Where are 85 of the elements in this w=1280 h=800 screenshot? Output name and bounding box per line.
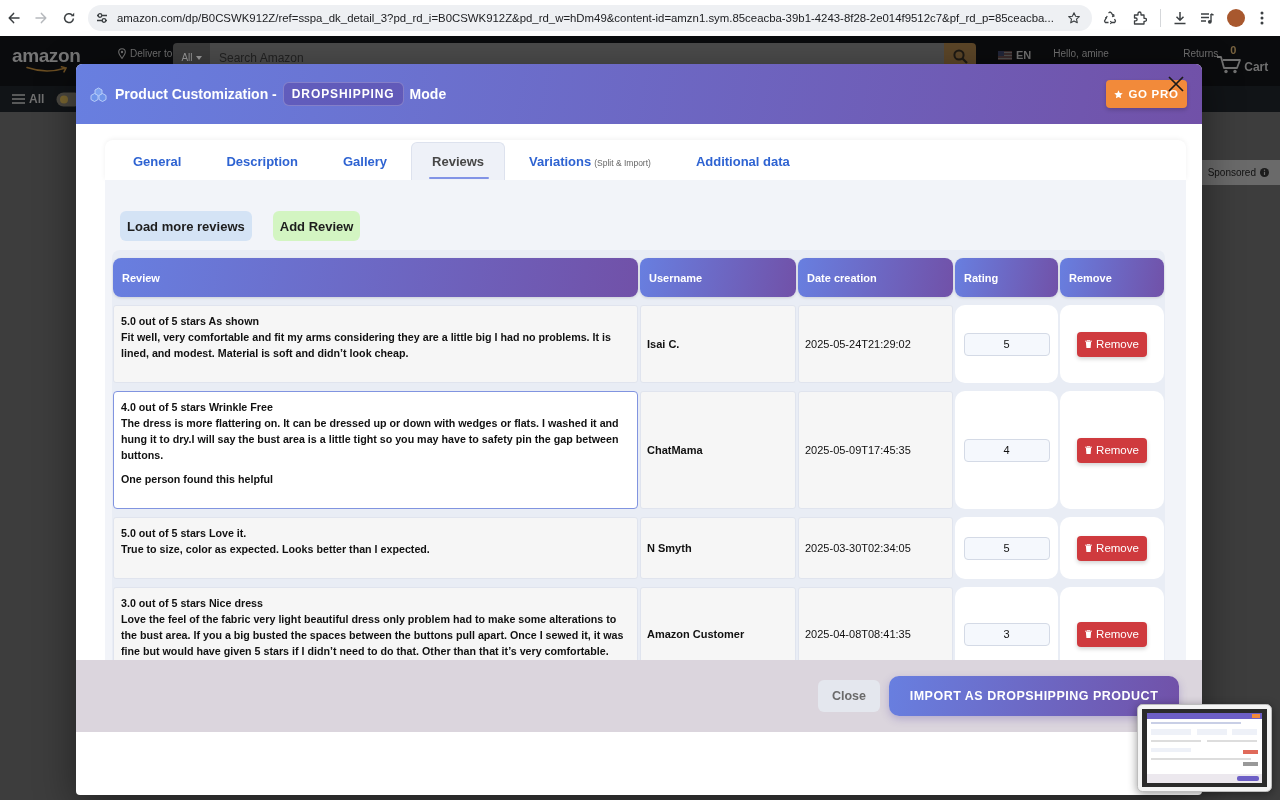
back-arrow-icon[interactable] bbox=[8, 12, 20, 24]
tab[interactable]: General bbox=[112, 142, 203, 180]
trash-icon bbox=[1085, 630, 1093, 638]
username-cell: Isai C. bbox=[640, 305, 796, 383]
tab[interactable]: Reviews bbox=[411, 142, 506, 180]
cubes-icon bbox=[90, 86, 107, 102]
url-text: amazon.com/dp/B0CSWK912Z/ref=sspa_dk_detail_3?pd_rd_i=B0CSWK912Z&pd_rd_w=hDm49&content-id=amzn1.sym.85ceacba-39b1-4243-8f28-2e014f9512c7&pf_rd_p=85ceacba... bbox=[117, 12, 1055, 24]
cart-label[interactable]: Cart bbox=[1244, 60, 1269, 74]
mode-badge: DROPSHIPPING bbox=[282, 82, 404, 106]
username-cell: N Smyth bbox=[640, 517, 796, 579]
trash-icon bbox=[1085, 446, 1093, 454]
address-bar[interactable]: amazon.com/dp/B0CSWK912Z/ref=sspa_dk_detail_3?pd_rd_i=B0CSWK912Z&pd_rd_w=hDm49&content-id=amzn1.sym.85ceacba-39b1-4243-8f28-2e014f9512c7&pf_rd_p=85ceacba... bbox=[88, 5, 1092, 31]
rating-field[interactable]: 5 bbox=[963, 332, 1050, 356]
close-dialog-button[interactable]: Close bbox=[818, 680, 880, 712]
menu-icon[interactable] bbox=[12, 94, 25, 104]
date-cell: 2025-04-08T08:41:35 bbox=[798, 587, 953, 660]
dialog-title: Product Customization - bbox=[115, 86, 277, 102]
column-header: Review bbox=[113, 258, 638, 297]
import-button[interactable]: IMPORT AS DROPSHIPPING PRODUCT bbox=[889, 676, 1179, 716]
store-logo[interactable]: amazon bbox=[12, 46, 81, 66]
rating-field[interactable]: 4 bbox=[963, 438, 1050, 462]
recycle-icon[interactable] bbox=[1103, 11, 1117, 25]
review-cell[interactable]: 5.0 out of 5 stars Love it. True to size, color as expected. Looks better than I expected. bbox=[113, 517, 638, 579]
review-cell[interactable]: 5.0 out of 5 stars As shown Fit well, very comfortable and fit my arms considering they are a little big I had no problems. It is lined, and modest. Material is soft and didn’t look cheap. bbox=[113, 305, 638, 383]
tab[interactable]: Gallery bbox=[321, 142, 409, 180]
review-cell[interactable] bbox=[113, 391, 638, 509]
date-cell: 2025-03-30T02:34:05 bbox=[798, 517, 953, 579]
load-reviews-button[interactable]: Load more reviews bbox=[120, 211, 252, 241]
info-icon[interactable] bbox=[1260, 168, 1269, 177]
nav-menu-label[interactable]: All bbox=[29, 92, 45, 106]
smile-arrow-icon bbox=[26, 66, 70, 73]
search-category[interactable]: All bbox=[181, 52, 193, 63]
tab[interactable]: Description bbox=[205, 142, 319, 180]
rating-field[interactable]: 5 bbox=[963, 536, 1050, 560]
puzzle-piece-icon[interactable] bbox=[1133, 11, 1147, 25]
language-selector[interactable]: EN bbox=[1016, 49, 1032, 61]
review-text: Fit well, very comfortable and fit my arms considering they are a little big I had no problems. It is lined, and modest. Material is soft and didn’t look cheap. bbox=[121, 330, 612, 361]
username-cell: Amazon Customer bbox=[640, 587, 796, 660]
remove-button[interactable]: Remove bbox=[1077, 535, 1147, 561]
site-settings-icon[interactable] bbox=[96, 12, 108, 24]
review-title: 4.0 out of 5 stars Wrinkle Free bbox=[121, 400, 274, 415]
column-header: Date creation bbox=[798, 258, 953, 297]
close-button[interactable] bbox=[1168, 76, 1184, 92]
tab[interactable]: Additional data bbox=[674, 142, 811, 180]
column-header: Remove bbox=[1060, 258, 1164, 297]
username-cell: ChatMama bbox=[640, 391, 796, 509]
add-review-button[interactable]: Add Review bbox=[272, 211, 361, 241]
column-header: Rating bbox=[955, 258, 1058, 297]
location-pin-icon bbox=[118, 48, 126, 59]
greeting-text[interactable]: Hello, amine bbox=[1053, 48, 1162, 59]
remove-button[interactable]: Remove bbox=[1077, 437, 1147, 463]
trash-icon bbox=[1085, 340, 1093, 348]
download-icon[interactable] bbox=[1173, 11, 1187, 25]
returns-link[interactable]: Returns bbox=[1183, 48, 1216, 59]
helpful-note: One person found this helpful bbox=[121, 472, 274, 487]
cart-icon[interactable] bbox=[1216, 56, 1243, 74]
review-title: 5.0 out of 5 stars As shown bbox=[121, 314, 260, 329]
remove-button[interactable]: Remove bbox=[1077, 331, 1147, 357]
dialog-title-suffix: Mode bbox=[409, 86, 447, 102]
rating-field[interactable]: 3 bbox=[963, 622, 1050, 646]
sponsored-label: Sponsored bbox=[1207, 167, 1256, 178]
deliver-label: Deliver to bbox=[130, 48, 173, 59]
review-text: The dress is more flattering on. It can be dressed up or down with wedges or flats. I washed it and hung it to dry.I will say the bust area is a little tight so you may have to safety pin the gap between buttons. bbox=[121, 416, 620, 463]
more-menu-icon[interactable] bbox=[1260, 11, 1264, 25]
review-title: 5.0 out of 5 stars Love it. bbox=[121, 526, 248, 541]
playlist-icon[interactable] bbox=[1200, 11, 1214, 25]
profile-avatar-icon[interactable] bbox=[1227, 9, 1245, 27]
review-text: True to size, color as expected. Looks better than I expected. bbox=[121, 542, 431, 557]
cart-count: 0 bbox=[1230, 45, 1237, 56]
column-header: Username bbox=[640, 258, 796, 297]
screenshot-preview-drawing[interactable] bbox=[1137, 704, 1272, 792]
review-text: Love the feel of the fabric very light beautiful dress only problem had to make some alterations to the bust area. If you a big busted the spaces between the buttons pull apart. Once I sewed it, it was fine but would have given 5 stars if I didn’t need to do that. Other than that it’s very comfortable. bbox=[121, 612, 625, 659]
search-icon bbox=[952, 49, 968, 64]
close-icon bbox=[1168, 76, 1184, 92]
caret-icon bbox=[195, 56, 202, 60]
flag-icon bbox=[998, 50, 1012, 60]
star-icon bbox=[1114, 89, 1124, 99]
bookmark-star-icon[interactable] bbox=[1068, 12, 1080, 24]
reload-icon[interactable] bbox=[63, 12, 75, 24]
trash-icon bbox=[1085, 544, 1093, 552]
remove-button[interactable]: Remove bbox=[1077, 621, 1147, 647]
date-cell: 2025-05-09T17:45:35 bbox=[798, 391, 953, 509]
date-cell: 2025-05-24T21:29:02 bbox=[798, 305, 953, 383]
review-title: 3.0 out of 5 stars Nice dress bbox=[121, 596, 264, 611]
tab[interactable]: Variations (Split & Import) bbox=[508, 142, 672, 180]
